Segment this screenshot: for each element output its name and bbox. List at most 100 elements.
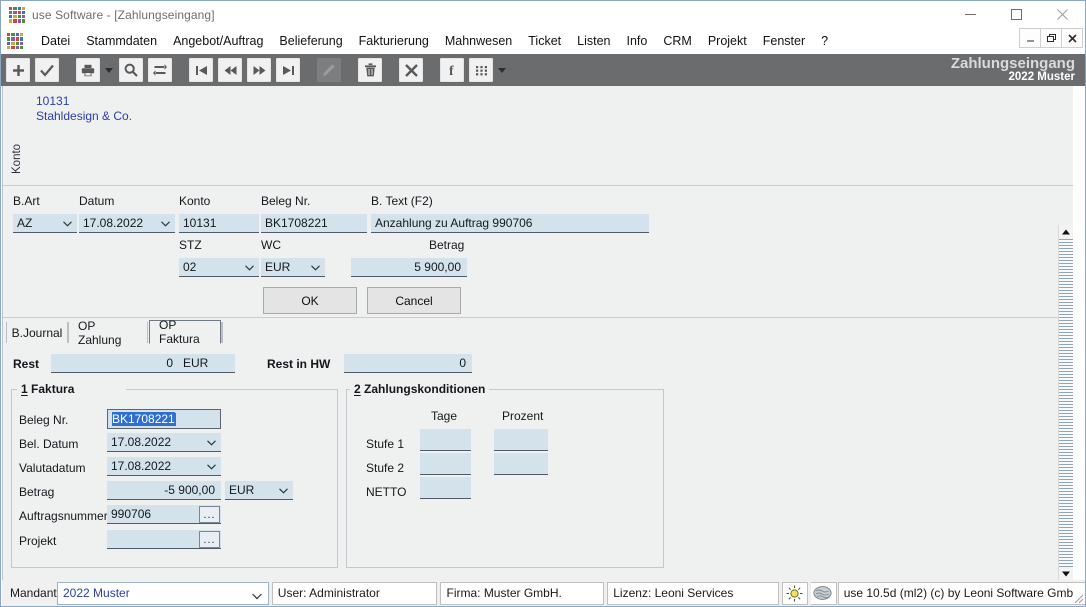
minimize-icon[interactable]: [947, 1, 993, 28]
label-btext: B. Text (F2): [371, 194, 433, 208]
chevron-down-icon[interactable]: [310, 262, 321, 273]
stufe-2-tage-input[interactable]: [420, 453, 471, 475]
btext-input[interactable]: Anzahlung zu Auftrag 990706: [371, 214, 649, 233]
bart-combo[interactable]: AZ: [13, 214, 77, 233]
window-title: use Software - [Zahlungseingang]: [32, 7, 215, 22]
stufe-1-prozent-input[interactable]: [494, 429, 548, 451]
mdi-restore-icon[interactable]: [1040, 28, 1062, 48]
tab-op-faktura[interactable]: OP Faktura: [149, 318, 221, 346]
menu-item-ticket[interactable]: Ticket: [520, 31, 569, 51]
rest-hw-input[interactable]: 0: [344, 354, 472, 373]
first-record-icon[interactable]: [189, 58, 213, 82]
scroll-up-arrow-icon[interactable]: [1059, 225, 1073, 239]
bart-value: AZ: [17, 216, 33, 230]
last-record-icon[interactable]: [276, 58, 300, 82]
stufe-2-prozent-input[interactable]: [494, 453, 548, 475]
delete-trash-icon[interactable]: [358, 58, 382, 82]
print-dropdown-caret-icon[interactable]: [103, 59, 114, 81]
scroll-down-arrow-icon[interactable]: [1059, 567, 1073, 581]
chevron-down-icon[interactable]: [206, 461, 217, 472]
wc-combo[interactable]: EUR: [261, 258, 325, 277]
grid-dropdown-caret-icon[interactable]: [496, 59, 507, 81]
rest-value-input[interactable]: 0: [51, 354, 179, 373]
menu-item-fenster[interactable]: Fenster: [755, 31, 813, 51]
facebook-f-icon[interactable]: f: [440, 58, 464, 82]
menubar: Datei Stammdaten Angebot/Auftrag Beliefe…: [1, 28, 1085, 55]
chevron-down-icon[interactable]: [278, 485, 289, 496]
tab-bjournal-label: B.Journal: [11, 325, 63, 340]
chevron-down-icon[interactable]: [206, 437, 217, 448]
menu-item-angebot-auftrag[interactable]: Angebot/Auftrag: [165, 31, 271, 51]
zahlungskonditionen-group-title: 2 Zahlungskonditionen: [350, 382, 490, 396]
betrag-input[interactable]: 5 900,00: [351, 258, 467, 277]
resize-grip[interactable]: [1070, 590, 1084, 604]
menu-item-datei[interactable]: Datei: [33, 31, 78, 51]
version-status: use 10.5d (ml2) (c) by Leoni Software Gm…: [837, 581, 1085, 605]
menu-item-projekt[interactable]: Projekt: [700, 31, 755, 51]
chevron-down-icon[interactable]: [244, 262, 255, 273]
maximize-icon[interactable]: [993, 1, 1039, 28]
rest-currency-input[interactable]: EUR: [179, 354, 235, 373]
confirm-check-icon[interactable]: [35, 58, 59, 82]
mdi-close-icon[interactable]: [1061, 28, 1083, 48]
faktura-group-title: 1 Faktura: [17, 382, 79, 396]
ok-button[interactable]: OK: [263, 287, 357, 314]
cancel-button[interactable]: Cancel: [367, 287, 461, 314]
projekt-browse-button[interactable]: ...: [199, 531, 220, 548]
chevron-down-icon[interactable]: [160, 218, 171, 229]
konto-number[interactable]: 10131: [36, 94, 69, 108]
faktura-currency-combo[interactable]: EUR: [225, 481, 293, 500]
beleg-nr-input[interactable]: BK1708221: [261, 214, 367, 233]
faktura-beleg-nr-input[interactable]: BK1708221: [107, 409, 221, 429]
brain-icon-button[interactable]: [810, 581, 837, 605]
scrollbar-track[interactable]: [1059, 239, 1073, 567]
rest-label: Rest: [13, 357, 40, 371]
menu-item-help[interactable]: ?: [813, 31, 836, 51]
label-projekt: Projekt: [19, 534, 57, 548]
konto-label: Konto: [11, 143, 23, 174]
cancel-x-icon[interactable]: [399, 58, 423, 82]
statusbar: Mandant 2022 Muster User: Administrator …: [2, 580, 1085, 606]
search-icon[interactable]: [119, 58, 143, 82]
chevron-down-icon[interactable]: [251, 589, 262, 603]
text-caret: [174, 412, 176, 426]
stz-combo[interactable]: 02: [179, 258, 259, 277]
sun-icon-button[interactable]: [781, 581, 808, 605]
tab-strip-end: [221, 322, 223, 343]
netto-tage-input[interactable]: [420, 477, 471, 499]
auftragsnummer-value: 990706: [111, 507, 152, 521]
close-icon[interactable]: [1039, 1, 1085, 28]
menu-item-listen[interactable]: Listen: [569, 31, 618, 51]
konto-name[interactable]: Stahldesign & Co.: [36, 109, 132, 123]
menu-item-crm[interactable]: CRM: [655, 31, 699, 51]
chevron-down-icon[interactable]: [62, 218, 73, 229]
next-record-icon[interactable]: [247, 58, 271, 82]
menu-item-info[interactable]: Info: [619, 31, 656, 51]
valutadatum-datepicker[interactable]: 17.08.2022: [107, 457, 221, 476]
stufe-1-tage-input[interactable]: [420, 429, 471, 451]
mdi-client-area: Konto 10131 Stahldesign & Co. B.Art Datu…: [2, 86, 1073, 581]
zk-group-label: Zahlungskonditionen: [364, 382, 486, 396]
menu-item-mahnwesen[interactable]: Mahnwesen: [437, 31, 520, 51]
print-icon[interactable]: [76, 58, 100, 82]
faktura-betrag-input[interactable]: -5 900,00: [107, 481, 221, 500]
previous-record-icon[interactable]: [218, 58, 242, 82]
mandant-combo[interactable]: 2022 Muster: [57, 581, 269, 605]
tab-op-zahlung[interactable]: OP Zahlung: [68, 319, 148, 347]
konto-input[interactable]: 10131: [179, 214, 259, 233]
vertical-scrollbar[interactable]: [1058, 225, 1073, 581]
menu-item-belieferung[interactable]: Belieferung: [271, 31, 350, 51]
grid-apps-icon[interactable]: [469, 58, 493, 82]
mdi-minimize-icon[interactable]: [1019, 28, 1041, 48]
new-icon[interactable]: [6, 58, 30, 82]
btext-value: Anzahlung zu Auftrag 990706: [375, 216, 533, 230]
menu-item-fakturierung[interactable]: Fakturierung: [351, 31, 437, 51]
refresh-icon[interactable]: [148, 58, 172, 82]
tab-bjournal[interactable]: B.Journal: [6, 322, 68, 343]
menu-item-stammdaten[interactable]: Stammdaten: [78, 31, 165, 51]
user-status: User: Administrator: [271, 581, 438, 605]
datum-datepicker[interactable]: 17.08.2022: [79, 214, 175, 233]
auftragsnummer-browse-button[interactable]: ...: [199, 506, 220, 523]
bel-datum-datepicker[interactable]: 17.08.2022: [107, 433, 221, 452]
firma-status: Firma: Muster GmbH.: [440, 581, 605, 605]
